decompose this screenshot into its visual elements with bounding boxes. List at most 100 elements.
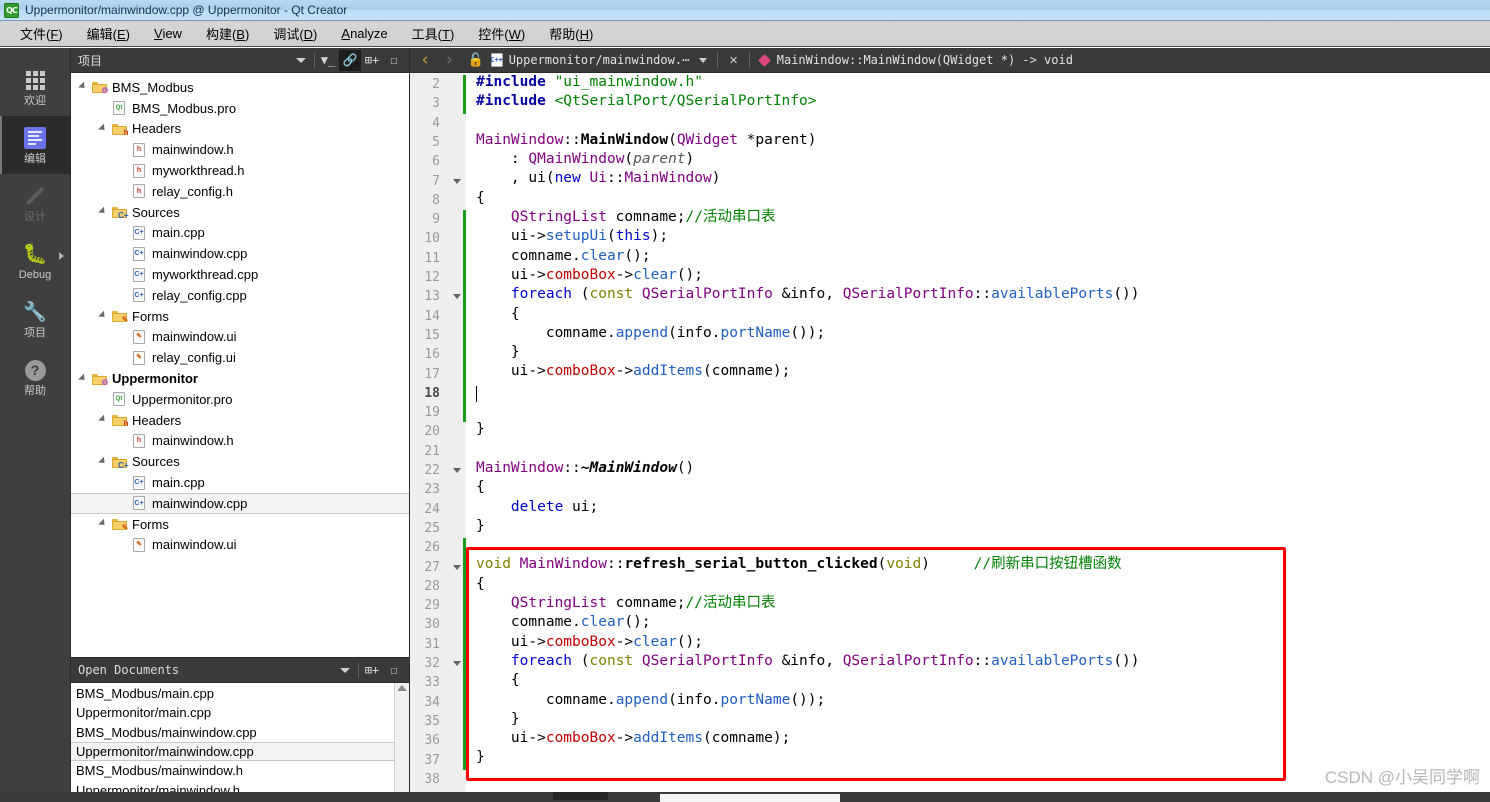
code-line[interactable]: ui->comboBox->addItems(comname); [476,362,1490,381]
tree-item[interactable]: ⚙ Uppermonitor [71,368,409,389]
open-documents-list[interactable]: BMS_Modbus/main.cpp Uppermonitor/main.cpp… [71,683,409,792]
code-line[interactable] [476,536,1490,555]
expander-icon[interactable] [77,82,90,92]
tree-item[interactable]: ✎ Forms [71,306,409,327]
chevron-down-icon[interactable] [699,57,708,63]
code-line[interactable] [476,440,1490,459]
code-line[interactable]: { [476,305,1490,324]
code-line[interactable]: { [476,575,1490,594]
unlocked-icon[interactable]: 🔓 [463,53,489,68]
code-line[interactable]: #include "ui_mainwindow.h" [476,73,1490,92]
open-document-item[interactable]: Uppermonitor/mainwindow.h [71,780,394,792]
scroll-up-arrow-icon[interactable] [397,685,407,691]
mode-项目[interactable]: 🔧 项目 [0,290,70,348]
menu-bar[interactable]: 文件(F) 编辑(E) View 构建(B) 调试(D) Analyze 工具(T) 控件(W… [0,21,1490,47]
code-line[interactable]: delete ui; [476,498,1490,517]
code-line[interactable]: MainWindow::~MainWindow() [476,459,1490,478]
menu-item-3[interactable]: View [142,23,194,44]
code-line[interactable] [476,382,1490,401]
code-line[interactable]: } [476,343,1490,362]
code-text-area[interactable]: #include "ui_mainwindow.h" #include <QtSe… [466,73,1490,792]
code-line[interactable]: ui->comboBox->clear(); [476,633,1490,652]
minimize-icon[interactable]: ☐ [383,660,405,681]
chevron-right-icon[interactable] [59,252,64,260]
expander-icon[interactable] [97,456,110,466]
tree-item[interactable]: C+ mainwindow.cpp [71,243,409,264]
editor-file-tab[interactable]: Uppermonitor/mainwindow.⋯ [505,53,694,67]
open-document-item[interactable]: Uppermonitor/mainwindow.cpp [71,741,394,762]
tree-item[interactable]: ✎ mainwindow.ui [71,327,409,348]
minimize-icon[interactable]: ☐ [383,50,405,71]
chevron-down-icon[interactable] [290,50,312,71]
code-line[interactable]: { [476,478,1490,497]
code-line[interactable]: void MainWindow::refresh_serial_button_c… [476,555,1490,574]
symbol-selector[interactable]: MainWindow::MainWindow(QWidget *) -> voi… [777,53,1073,67]
expander-icon[interactable] [97,414,110,425]
tree-item[interactable]: C+ relay_config.cpp [71,285,409,306]
open-documents-scrollbar[interactable] [394,683,409,792]
menu-item-5[interactable]: 调试(D) [261,21,329,46]
open-document-item[interactable]: BMS_Modbus/mainwindow.cpp [71,723,394,742]
close-icon[interactable]: ✕ [724,52,742,68]
expander-icon[interactable] [97,310,110,321]
mode-debug[interactable]: 🐛 Debug [0,232,70,290]
code-line[interactable]: foreach (const QSerialPortInfo &info, QS… [476,285,1490,304]
tree-item[interactable]: ✎ relay_config.ui [71,347,409,368]
code-line[interactable]: ui->setupUi(this); [476,227,1490,246]
code-line[interactable]: ui->comboBox->clear(); [476,266,1490,285]
tree-item[interactable]: h mainwindow.h [71,431,409,452]
tree-item[interactable]: h Headers [71,410,409,431]
menu-item-8[interactable]: 控件(W) [466,21,537,46]
menu-item-6[interactable]: Analyze [329,23,399,44]
tree-item[interactable]: C+ main.cpp [71,472,409,493]
tree-item[interactable]: C+ Sources [71,451,409,472]
code-line[interactable]: } [476,517,1490,536]
code-line[interactable]: : QMainWindow(parent) [476,150,1490,169]
fold-toggle-icon[interactable] [451,287,463,306]
filter-icon[interactable]: ▼̲ [317,50,339,71]
code-line[interactable]: , ui(new Ui::MainWindow) [476,169,1490,188]
code-line[interactable]: foreach (const QSerialPortInfo &info, QS… [476,652,1490,671]
code-line[interactable]: { [476,671,1490,690]
mode-欢迎[interactable]: 欢迎 [0,58,70,116]
menu-item-4[interactable]: 构建(B) [194,21,261,46]
code-line[interactable]: QStringList comname;//活动串口表 [476,594,1490,613]
split-add-icon[interactable]: ⊞+ [361,660,383,681]
code-line[interactable]: MainWindow::MainWindow(QWidget *parent) [476,131,1490,150]
code-line[interactable] [476,112,1490,131]
open-document-item[interactable]: Uppermonitor/main.cpp [71,703,394,722]
tree-item[interactable]: ✎ Forms [71,514,409,535]
code-line[interactable]: } [476,710,1490,729]
expander-icon[interactable] [97,206,110,217]
link-icon[interactable]: 🔗 [339,49,361,71]
line-number-gutter[interactable]: 2 3 4 5 6 7 8 9 10 11 12 13 14 15 16 17 18 19 20 21 22 23 24 25… [410,73,466,792]
fold-toggle-icon[interactable] [451,172,463,191]
tree-item[interactable]: ⚙ BMS_Modbus [71,77,409,98]
fold-toggle-icon[interactable] [451,558,463,577]
menu-item-1[interactable]: 文件(F) [8,21,75,46]
open-document-item[interactable]: BMS_Modbus/mainwindow.h [71,761,394,780]
code-line[interactable]: comname.clear(); [476,247,1490,266]
project-tree[interactable]: ⚙ BMS_Modbus Qt BMS_Modbus.pro h Headers h main… [71,73,409,657]
tree-item[interactable]: h myworkthread.h [71,160,409,181]
mode-selector[interactable]: 欢迎 编辑 设计 🐛 Debug 🔧 项目? 帮助 [0,48,71,792]
expander-icon[interactable] [97,518,110,529]
navigate-forward-button[interactable]: › [438,51,460,69]
code-line[interactable] [476,401,1490,420]
code-line[interactable]: } [476,420,1490,439]
code-line[interactable]: { [476,189,1490,208]
open-document-item[interactable]: BMS_Modbus/main.cpp [71,684,394,703]
tree-item[interactable]: C+ main.cpp [71,223,409,244]
chevron-down-icon[interactable] [334,660,356,681]
fold-toggle-icon[interactable] [451,461,463,480]
tree-item[interactable]: C+ myworkthread.cpp [71,264,409,285]
tree-item[interactable]: Qt Uppermonitor.pro [71,389,409,410]
mode-帮助[interactable]: ? 帮助 [0,348,70,406]
menu-item-7[interactable]: 工具(T) [400,21,467,46]
fold-toggle-icon[interactable] [451,654,463,673]
code-line[interactable]: comname.append(info.portName()); [476,324,1490,343]
tree-item[interactable]: h relay_config.h [71,181,409,202]
mode-编辑[interactable]: 编辑 [0,116,70,174]
tree-item[interactable]: ✎ mainwindow.ui [71,535,409,556]
code-line[interactable]: QStringList comname;//活动串口表 [476,208,1490,227]
